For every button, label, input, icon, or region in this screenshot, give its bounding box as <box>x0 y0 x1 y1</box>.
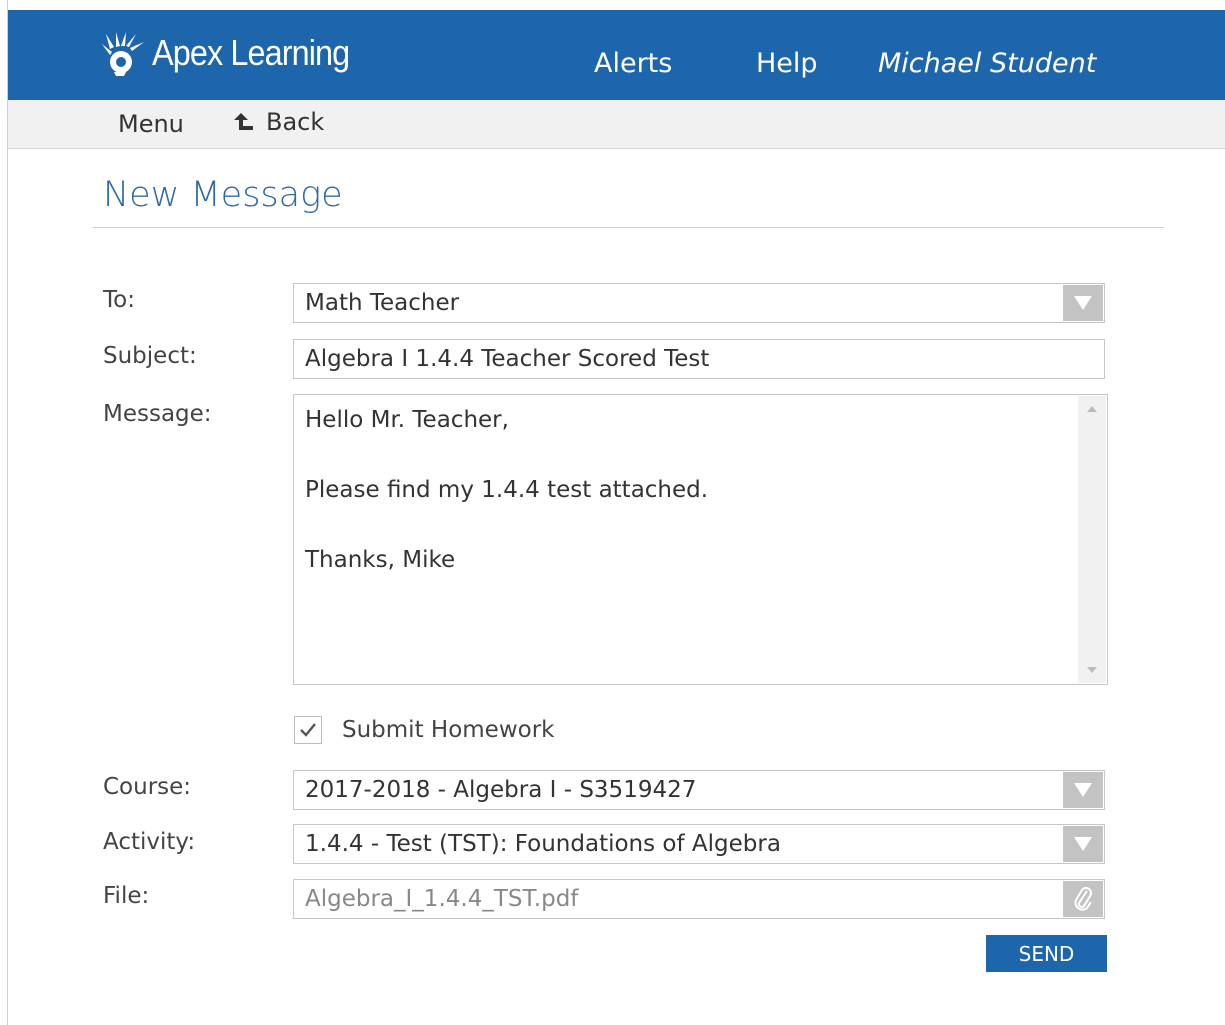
to-value: Math Teacher <box>305 290 460 316</box>
title-divider <box>93 227 1164 228</box>
file-value: Algebra_I_1.4.4_TST.pdf <box>305 886 579 912</box>
course-select[interactable]: 2017-2018 - Algebra I - S3519427 <box>293 770 1105 810</box>
nav-help[interactable]: Help <box>756 48 818 79</box>
paperclip-icon[interactable] <box>1063 881 1103 917</box>
scroll-up-icon[interactable] <box>1087 406 1097 412</box>
submit-homework-checkbox[interactable] <box>294 716 322 744</box>
top-strip <box>8 0 1225 10</box>
message-textarea[interactable]: Hello Mr. Teacher, Please find my 1.4.4 … <box>293 394 1108 685</box>
back-label: Back <box>266 108 325 136</box>
dropdown-triangle-icon[interactable] <box>1063 826 1103 862</box>
checkmark-icon <box>300 723 316 737</box>
scroll-down-icon[interactable] <box>1087 667 1097 673</box>
file-label: File: <box>103 883 150 909</box>
message-line: Please find my 1.4.4 test attached. <box>305 477 709 503</box>
back-link[interactable]: Back <box>232 108 324 136</box>
message-scrollbar[interactable] <box>1078 396 1106 683</box>
subject-input[interactable]: Algebra I 1.4.4 Teacher Scored Test <box>293 339 1105 379</box>
back-arrow-icon <box>234 113 253 130</box>
file-input[interactable]: Algebra_I_1.4.4_TST.pdf <box>293 879 1105 919</box>
window-left-edge <box>0 0 8 1025</box>
activity-label: Activity: <box>103 829 196 855</box>
header-bar: Apex Learning Alerts Help Michael Studen… <box>8 10 1225 100</box>
message-line: Hello Mr. Teacher, <box>305 407 509 433</box>
to-select[interactable]: Math Teacher <box>293 283 1105 323</box>
subject-label: Subject: <box>103 343 197 369</box>
nav-alerts[interactable]: Alerts <box>594 48 672 79</box>
to-label: To: <box>103 287 135 313</box>
apex-logo[interactable]: Apex Learning <box>100 30 371 76</box>
dropdown-triangle-icon[interactable] <box>1063 285 1103 321</box>
nav-user-name[interactable]: Michael Student <box>878 48 1096 79</box>
apex-logo-icon <box>102 32 144 76</box>
sub-navigation: Menu Back <box>8 100 1225 149</box>
course-value: 2017-2018 - Algebra I - S3519427 <box>305 777 697 803</box>
message-label: Message: <box>103 401 212 427</box>
submit-homework-toggle[interactable]: Submit Homework <box>294 716 554 744</box>
menu-link[interactable]: Menu <box>118 110 184 138</box>
message-line: Thanks, Mike <box>305 547 456 573</box>
dropdown-triangle-icon[interactable] <box>1063 772 1103 808</box>
submit-homework-label: Submit Homework <box>342 717 555 743</box>
course-label: Course: <box>103 774 192 800</box>
send-button[interactable]: SEND <box>986 935 1107 972</box>
page-title: New Message <box>103 175 343 215</box>
logo-text: Apex Learning <box>152 32 350 73</box>
activity-value: 1.4.4 - Test (TST): Foundations of Algeb… <box>305 831 781 857</box>
activity-select[interactable]: 1.4.4 - Test (TST): Foundations of Algeb… <box>293 824 1105 864</box>
subject-value: Algebra I 1.4.4 Teacher Scored Test <box>305 346 710 372</box>
